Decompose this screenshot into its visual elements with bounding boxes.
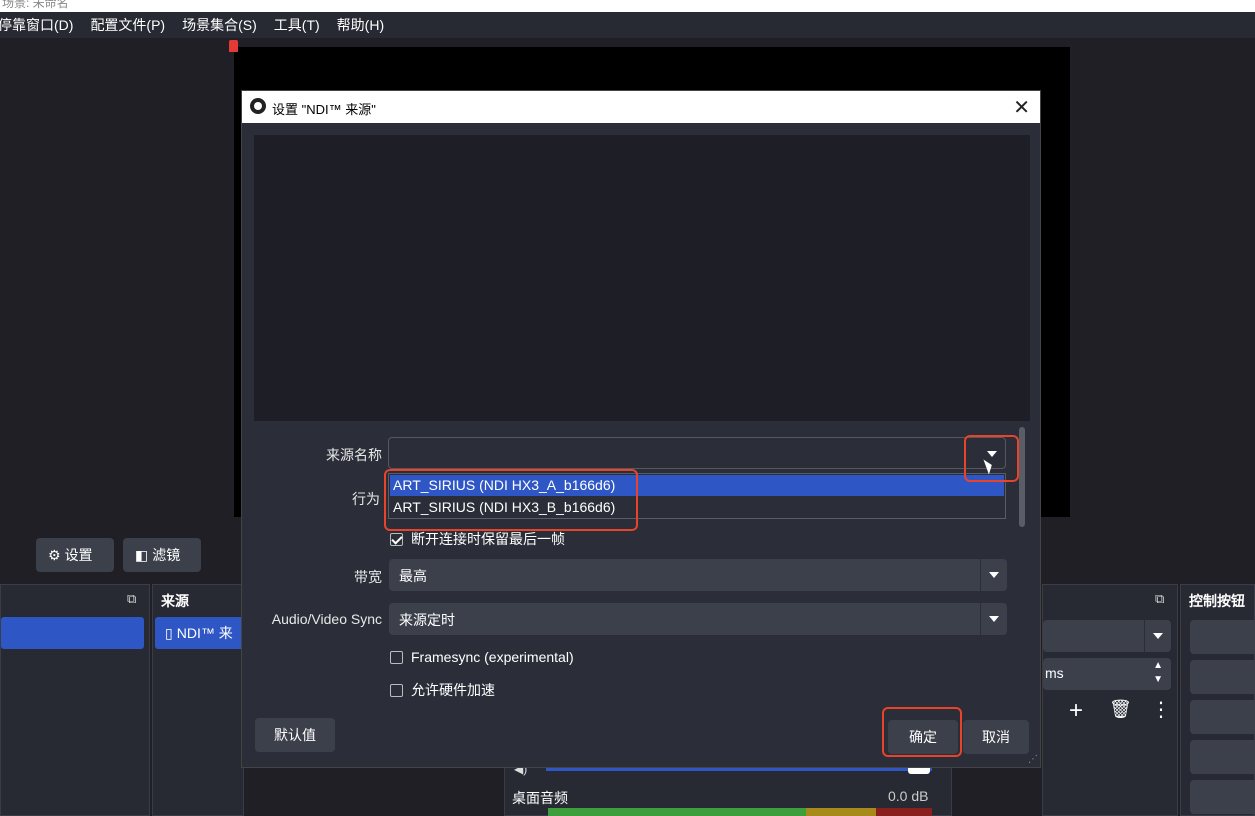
add-icon[interactable]: + xyxy=(1069,697,1083,725)
control-button-2[interactable] xyxy=(1190,660,1255,694)
menu-tools[interactable]: 工具(T) xyxy=(274,15,320,35)
dropdown-option-a[interactable]: ART_SIRIUS (NDI HX3_A_b166d6) xyxy=(390,475,1004,496)
control-button-1[interactable] xyxy=(1190,620,1255,654)
volume-slider[interactable] xyxy=(546,768,932,771)
stepper-icon[interactable]: ▲ ▼ xyxy=(1153,659,1163,687)
ok-button[interactable]: 确定 xyxy=(888,720,958,754)
undock-icon[interactable]: ⧉ xyxy=(127,591,143,606)
window-titlebar: 场景: 未命名 xyxy=(0,0,1255,12)
keep-last-frame-label: 断开连接时保留最后一帧 xyxy=(411,531,565,547)
source-preview xyxy=(254,135,1030,421)
sources-dock-title: 来源 xyxy=(161,593,189,609)
checkbox-checked-icon xyxy=(390,532,403,546)
obs-logo-icon xyxy=(250,98,266,114)
av-sync-label: Audio/Video Sync xyxy=(271,611,382,627)
more-icon[interactable]: ⋮ xyxy=(1151,697,1171,722)
scenes-dock: ⧉ xyxy=(0,584,150,816)
mixer-channel-name: 桌面音频 xyxy=(512,790,568,806)
dialog-title: 设置 "NDI™ 来源" xyxy=(272,102,376,117)
hw-accel-label: 允许硬件加速 xyxy=(411,682,495,698)
framesync-label: Framesync (experimental) xyxy=(411,649,574,665)
control-button-4[interactable] xyxy=(1190,740,1255,774)
menu-scene-collection[interactable]: 场景集合(S) xyxy=(182,15,257,35)
control-button-5[interactable] xyxy=(1190,780,1255,814)
filter-icon: ◧ xyxy=(135,546,149,563)
bandwidth-value: 最高 xyxy=(399,568,427,584)
undock-icon[interactable]: ⧉ xyxy=(1155,591,1171,606)
transitions-dock: ⧉ ms ▲ ▼ + 🗑 ⋮ xyxy=(1042,584,1178,816)
source-item-label: NDI™ 来 xyxy=(176,625,233,641)
filters-button[interactable]: ◧ 滤镜 xyxy=(123,538,201,572)
chevron-down-icon xyxy=(980,603,1007,635)
menu-bar: 停靠窗口(D) 配置文件(P) 场景集合(S) 工具(T) 帮助(H) xyxy=(0,12,1255,38)
behavior-label: 行为 xyxy=(352,491,380,507)
bandwidth-select[interactable]: 最高 xyxy=(389,559,1007,591)
source-item-ndi[interactable]: ▯ NDI™ 来 xyxy=(155,617,245,649)
scrollbar-thumb[interactable] xyxy=(1019,427,1025,527)
source-name-select[interactable] xyxy=(388,437,1006,469)
bandwidth-label: 带宽 xyxy=(354,569,382,585)
cancel-button[interactable]: 取消 xyxy=(963,720,1029,754)
menu-docks[interactable]: 停靠窗口(D) xyxy=(0,15,73,35)
av-sync-select[interactable]: 来源定时 xyxy=(389,603,1007,635)
chevron-down-icon xyxy=(1144,620,1171,652)
av-sync-value: 来源定时 xyxy=(399,612,455,628)
duration-suffix: ms xyxy=(1045,665,1064,681)
recording-marker-icon xyxy=(229,40,238,52)
menu-profile[interactable]: 配置文件(P) xyxy=(90,15,165,35)
checkbox-icon xyxy=(390,683,403,697)
source-name-label: 来源名称 xyxy=(326,447,382,463)
mixer-level: 0.0 dB xyxy=(888,788,929,804)
resize-grip-icon[interactable]: ⋰ xyxy=(1028,754,1038,765)
close-icon[interactable]: ✕ xyxy=(1013,95,1030,120)
keep-last-frame-checkbox[interactable]: 断开连接时保留最后一帧 xyxy=(390,529,565,549)
meter-red xyxy=(876,808,932,816)
transition-duration-field[interactable]: ms ▲ ▼ xyxy=(1043,658,1171,690)
chevron-down-icon xyxy=(980,559,1007,591)
file-icon: ▯ xyxy=(165,624,173,641)
defaults-button[interactable]: 默认值 xyxy=(255,718,335,752)
meter-yellow xyxy=(806,808,876,816)
trash-icon[interactable]: 🗑 xyxy=(1109,699,1132,720)
controls-dock-title: 控制按钮 xyxy=(1189,593,1245,609)
transition-select[interactable] xyxy=(1043,620,1171,652)
control-button-3[interactable] xyxy=(1190,700,1255,734)
properties-scrollbar[interactable] xyxy=(1018,427,1026,709)
source-settings-button[interactable]: ⚙ 设置 xyxy=(36,538,114,572)
gear-icon: ⚙ xyxy=(48,546,61,563)
window-title: 场景: 未命名 xyxy=(2,0,69,10)
hw-accel-checkbox[interactable]: 允许硬件加速 xyxy=(390,680,495,700)
settings-label: 设置 xyxy=(64,547,93,563)
source-name-dropdown-list: ART_SIRIUS (NDI HX3_A_b166d6) ART_SIRIUS… xyxy=(388,473,1006,519)
properties-dialog: 设置 "NDI™ 来源" ✕ 来源名称 行为 ART_SIRIUS (NDI H… xyxy=(241,90,1041,768)
dialog-titlebar: 设置 "NDI™ 来源" ✕ xyxy=(242,91,1040,123)
dropdown-option-b[interactable]: ART_SIRIUS (NDI HX3_B_b166d6) xyxy=(390,497,1004,518)
checkbox-icon xyxy=(390,650,403,664)
framesync-checkbox[interactable]: Framesync (experimental) xyxy=(390,649,574,665)
menu-help[interactable]: 帮助(H) xyxy=(337,15,384,35)
scene-item-selected[interactable] xyxy=(1,617,144,649)
meter-green xyxy=(548,808,806,816)
filters-label: 滤镜 xyxy=(152,547,181,563)
sources-dock: 来源 ▯ NDI™ 来 xyxy=(152,584,245,816)
